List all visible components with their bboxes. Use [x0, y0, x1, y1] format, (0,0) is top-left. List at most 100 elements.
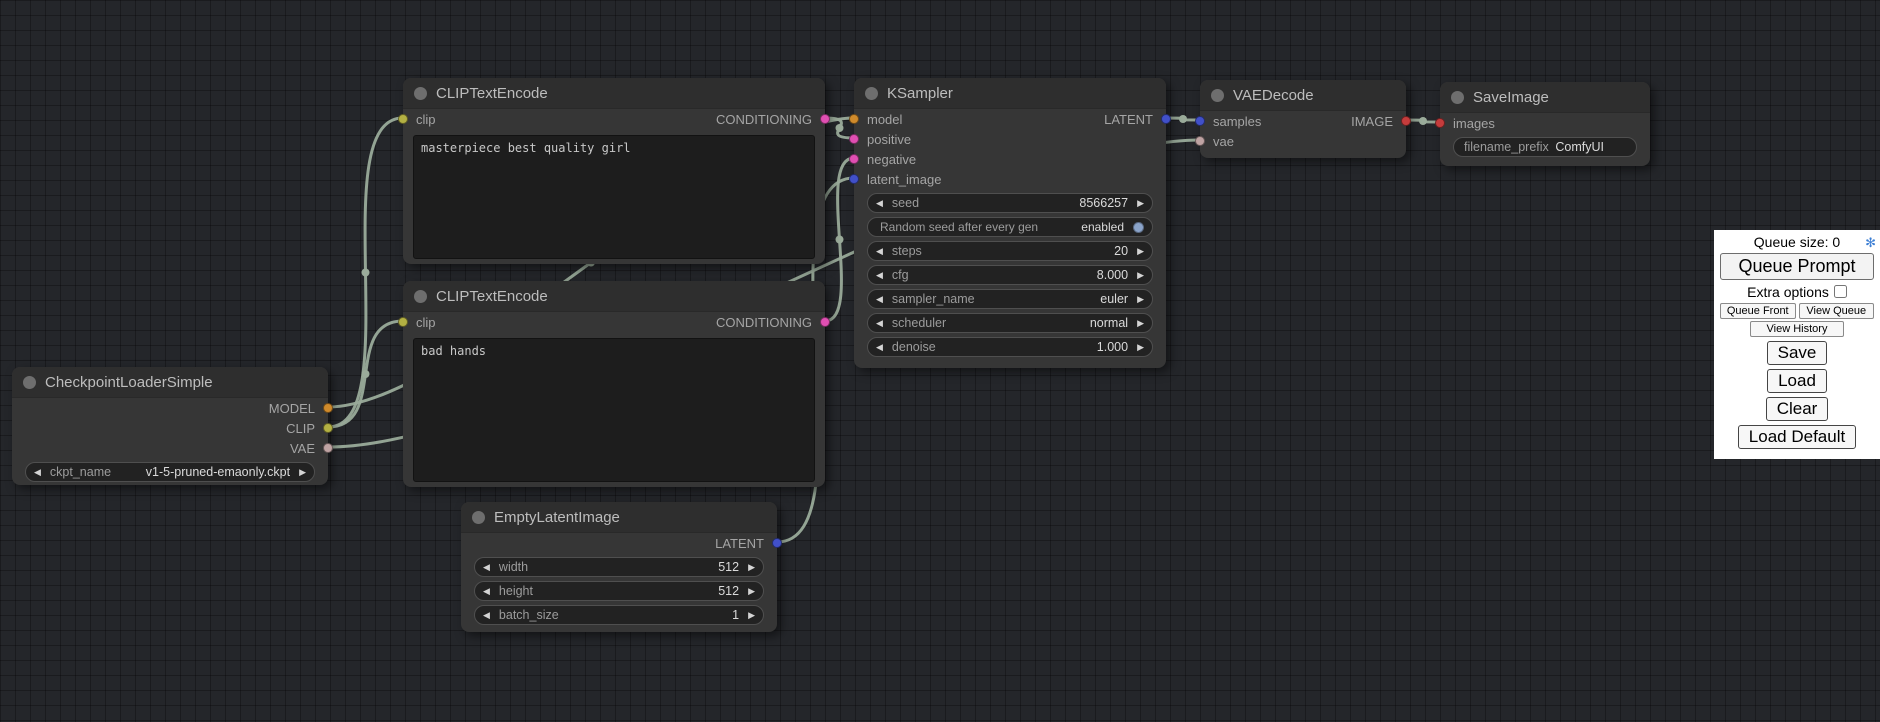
load-default-button[interactable]: Load Default — [1738, 425, 1856, 449]
decrement-arrow-icon[interactable]: ◀ — [876, 247, 883, 256]
decrement-arrow-icon[interactable]: ◀ — [876, 343, 883, 352]
vae-input-port[interactable] — [1195, 136, 1205, 146]
clip-slot-row: clip CONDITIONING — [403, 109, 825, 129]
node-collapse-icon[interactable] — [414, 290, 427, 303]
link-clip-negative[interactable] — [328, 321, 403, 427]
steps-widget[interactable]: ◀ steps 20 ▶ — [867, 241, 1153, 261]
sampler-name-widget[interactable]: ◀ sampler_name euler ▶ — [867, 289, 1153, 309]
queue-front-button[interactable]: Queue Front — [1720, 303, 1796, 319]
clear-button[interactable]: Clear — [1766, 397, 1829, 421]
node-title-bar[interactable]: CLIPTextEncode — [403, 281, 825, 312]
vae-output-port[interactable] — [323, 443, 333, 453]
samples-image-slot-row: samples IMAGE — [1200, 111, 1406, 131]
decrement-arrow-icon[interactable]: ◀ — [876, 199, 883, 208]
node-ksampler[interactable]: KSampler model LATENT positive negative … — [854, 78, 1166, 368]
latent-image-input-port[interactable] — [849, 174, 859, 184]
node-title-bar[interactable]: EmptyLatentImage — [461, 502, 777, 533]
node-title: SaveImage — [1473, 89, 1549, 106]
positive-slot-row: positive — [854, 129, 1166, 149]
decrement-arrow-icon[interactable]: ◀ — [876, 295, 883, 304]
extra-options-checkbox[interactable] — [1834, 285, 1847, 298]
node-title-bar[interactable]: CLIPTextEncode — [403, 78, 825, 109]
increment-arrow-icon[interactable]: ▶ — [1137, 343, 1144, 352]
link-center-dot — [1179, 115, 1187, 123]
view-history-button[interactable]: View History — [1750, 321, 1845, 337]
node-clip-text-encode-positive[interactable]: CLIPTextEncode clip CONDITIONING masterp… — [403, 78, 825, 264]
width-widget[interactable]: ◀ width 512 ▶ — [474, 557, 764, 577]
node-collapse-icon[interactable] — [414, 87, 427, 100]
node-collapse-icon[interactable] — [865, 87, 878, 100]
samples-input-port[interactable] — [1195, 116, 1205, 126]
latent-output-port[interactable] — [1161, 114, 1171, 124]
ckpt-name-widget[interactable]: ◀ ckpt_name v1-5-pruned-emaonly.ckpt ▶ — [25, 462, 315, 482]
save-button[interactable]: Save — [1767, 341, 1828, 365]
increment-arrow-icon[interactable]: ▶ — [1137, 295, 1144, 304]
increment-arrow-icon[interactable]: ▶ — [1137, 271, 1144, 280]
increment-arrow-icon[interactable]: ▶ — [1137, 319, 1144, 328]
clip-input-port[interactable] — [398, 114, 408, 124]
node-collapse-icon[interactable] — [1211, 89, 1224, 102]
model-input-port[interactable] — [849, 114, 859, 124]
comfy-menu[interactable]: Queue size: 0 ✻ Queue Prompt Extra optio… — [1714, 230, 1880, 459]
queue-prompt-button[interactable]: Queue Prompt — [1720, 253, 1874, 280]
decrement-arrow-icon[interactable]: ◀ — [876, 271, 883, 280]
increment-arrow-icon[interactable]: ▶ — [748, 563, 755, 572]
node-title-bar[interactable]: CheckpointLoaderSimple — [12, 367, 328, 398]
node-graph-canvas[interactable]: CheckpointLoaderSimple MODEL CLIP VAE ◀ … — [0, 0, 1880, 722]
decrement-arrow-icon[interactable]: ◀ — [34, 468, 41, 477]
increment-arrow-icon[interactable]: ▶ — [748, 611, 755, 620]
node-save-image[interactable]: SaveImage images filename_prefix ComfyUI — [1440, 82, 1650, 166]
node-title-bar[interactable]: SaveImage — [1440, 82, 1650, 113]
increment-arrow-icon[interactable]: ▶ — [299, 468, 306, 477]
cfg-widget[interactable]: ◀ cfg 8.000 ▶ — [867, 265, 1153, 285]
conditioning-output-port[interactable] — [820, 114, 830, 124]
batch-size-widget[interactable]: ◀ batch_size 1 ▶ — [474, 605, 764, 625]
increment-arrow-icon[interactable]: ▶ — [748, 587, 755, 596]
node-title-bar[interactable]: KSampler — [854, 78, 1166, 109]
decrement-arrow-icon[interactable]: ◀ — [483, 563, 490, 572]
latent-output-port[interactable] — [772, 538, 782, 548]
images-slot-row: images — [1440, 113, 1650, 133]
decrement-arrow-icon[interactable]: ◀ — [483, 611, 490, 620]
node-collapse-icon[interactable] — [1451, 91, 1464, 104]
link-clip-positive[interactable] — [328, 118, 403, 427]
load-button[interactable]: Load — [1767, 369, 1827, 393]
decrement-arrow-icon[interactable]: ◀ — [483, 587, 490, 596]
positive-input-port[interactable] — [849, 134, 859, 144]
node-empty-latent-image[interactable]: EmptyLatentImage LATENT ◀ width 512 ▶ ◀ … — [461, 502, 777, 632]
positive-prompt-textarea[interactable]: masterpiece best quality girl — [413, 135, 815, 259]
images-input-port[interactable] — [1435, 118, 1445, 128]
node-collapse-icon[interactable] — [23, 376, 36, 389]
image-output-port[interactable] — [1401, 116, 1411, 126]
clip-input-port[interactable] — [398, 317, 408, 327]
settings-icon[interactable]: ✻ — [1865, 233, 1876, 252]
filename-prefix-widget[interactable]: filename_prefix ComfyUI — [1453, 137, 1637, 157]
height-widget[interactable]: ◀ height 512 ▶ — [474, 581, 764, 601]
node-vae-decode[interactable]: VAEDecode samples IMAGE vae — [1200, 80, 1406, 158]
link-center-dot — [1419, 117, 1427, 125]
model-output-port[interactable] — [323, 403, 333, 413]
scheduler-widget[interactable]: ◀ scheduler normal ▶ — [867, 313, 1153, 333]
node-title: VAEDecode — [1233, 87, 1314, 104]
node-checkpoint-loader[interactable]: CheckpointLoaderSimple MODEL CLIP VAE ◀ … — [12, 367, 328, 485]
conditioning-output-port[interactable] — [820, 317, 830, 327]
denoise-widget[interactable]: ◀ denoise 1.000 ▶ — [867, 337, 1153, 357]
output-slot-clip: CLIP — [12, 418, 328, 438]
seed-widget[interactable]: ◀ seed 8566257 ▶ — [867, 193, 1153, 213]
negative-prompt-textarea[interactable]: bad hands — [413, 338, 815, 482]
node-title: EmptyLatentImage — [494, 509, 620, 526]
random-seed-toggle-widget[interactable]: Random seed after every gen enabled — [867, 217, 1153, 237]
increment-arrow-icon[interactable]: ▶ — [1137, 247, 1144, 256]
view-queue-button[interactable]: View Queue — [1799, 303, 1875, 319]
clip-output-port[interactable] — [323, 423, 333, 433]
decrement-arrow-icon[interactable]: ◀ — [876, 319, 883, 328]
node-collapse-icon[interactable] — [472, 511, 485, 524]
toggle-on-icon[interactable] — [1133, 222, 1144, 233]
negative-input-port[interactable] — [849, 154, 859, 164]
queue-size-label: Queue size: 0 — [1754, 234, 1840, 250]
node-clip-text-encode-negative[interactable]: CLIPTextEncode clip CONDITIONING bad han… — [403, 281, 825, 487]
increment-arrow-icon[interactable]: ▶ — [1137, 199, 1144, 208]
node-title-bar[interactable]: VAEDecode — [1200, 80, 1406, 111]
node-title: CLIPTextEncode — [436, 85, 548, 102]
model-latent-slot-row: model LATENT — [854, 109, 1166, 129]
